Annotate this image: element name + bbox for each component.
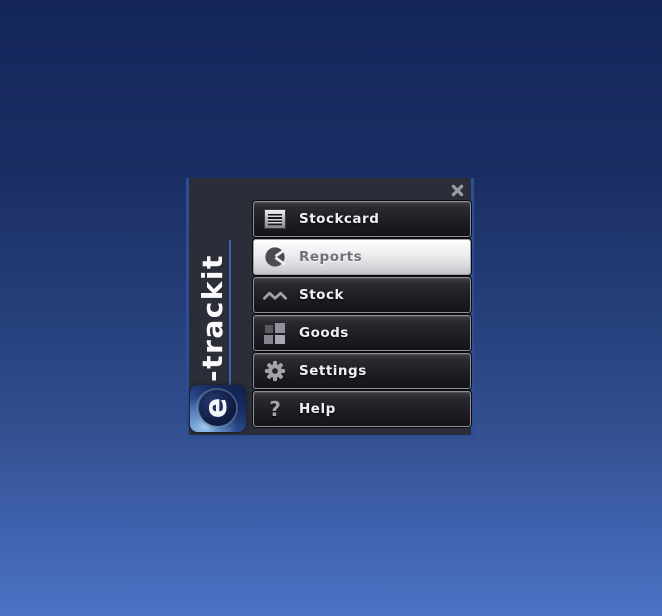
stock-zigzag-chart-icon xyxy=(262,287,288,304)
menu-item-stock[interactable]: Stock xyxy=(253,277,471,313)
etrackit-logo: e xyxy=(190,385,246,432)
menu-item-help[interactable]: ? Help xyxy=(253,391,471,427)
menu-item-goods[interactable]: Goods xyxy=(253,315,471,351)
etrackit-menu-panel: -trackit e Stockcard Reports Stock Goods… xyxy=(186,178,474,438)
goods-square xyxy=(265,324,273,333)
menu-item-label: Stockcard xyxy=(299,211,380,227)
reports-pie-chart-icon xyxy=(262,246,288,268)
help-question-icon: ? xyxy=(269,397,281,421)
menu-item-settings[interactable]: Settings xyxy=(253,353,471,389)
desktop-background: -trackit e Stockcard Reports Stock Goods… xyxy=(0,0,662,616)
close-button[interactable] xyxy=(448,182,466,198)
logo-letter: e xyxy=(199,397,235,419)
goods-blocks-icon xyxy=(262,322,288,344)
menu-item-stockcard[interactable]: Stockcard xyxy=(253,201,471,237)
menu-item-label: Settings xyxy=(299,363,367,379)
goods-square xyxy=(275,334,285,344)
menu-item-label: Help xyxy=(299,401,336,417)
menu-item-label: Stock xyxy=(299,287,344,303)
menu-item-label: Goods xyxy=(299,325,349,341)
goods-square xyxy=(264,334,273,344)
close-x-icon xyxy=(451,184,464,197)
main-menu: Stockcard Reports Stock Goods Settings ?… xyxy=(253,201,471,429)
logo-circle: e xyxy=(199,390,236,426)
settings-gear-icon xyxy=(262,360,288,382)
brand-vertical-text: -trackit xyxy=(195,240,231,392)
menu-item-reports[interactable]: Reports xyxy=(253,239,471,275)
brand-text-label: -trackit xyxy=(196,240,231,392)
menu-item-label: Reports xyxy=(299,249,363,265)
stockcard-document-icon xyxy=(262,210,288,228)
goods-square xyxy=(275,322,285,333)
